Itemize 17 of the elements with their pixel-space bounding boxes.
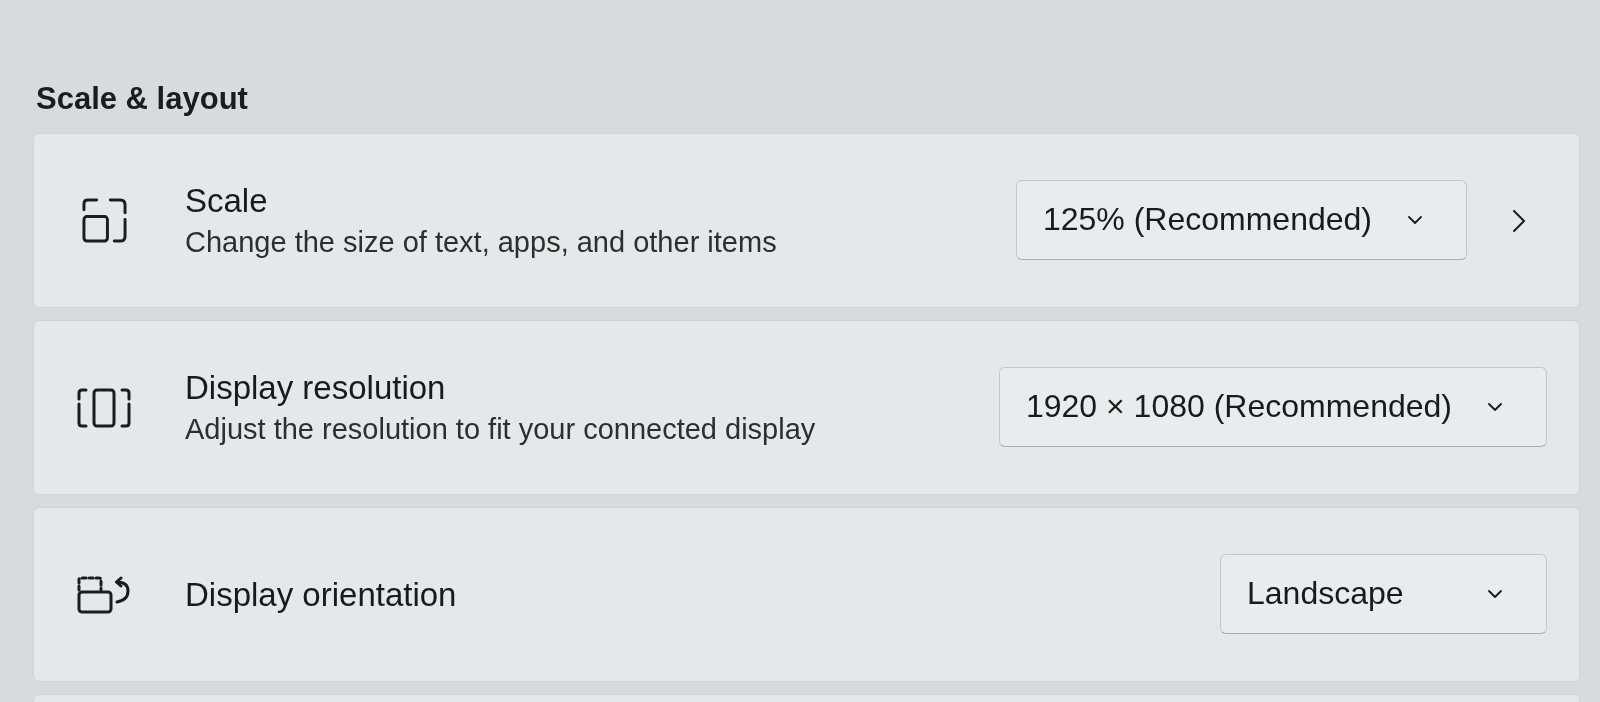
chevron-down-icon bbox=[1408, 215, 1422, 224]
dropdown-button[interactable]: 125% (Recommended) bbox=[1015, 179, 1467, 260]
section-heading: Scale & layout bbox=[35, 80, 249, 118]
chevron-down-icon bbox=[1488, 589, 1502, 598]
chevron-down-icon bbox=[1488, 402, 1502, 411]
setting-description: Adjust the resolution to fit your connected display bbox=[185, 412, 817, 447]
setting-title: Display orientation bbox=[185, 575, 458, 615]
setting-title: Scale bbox=[185, 181, 269, 221]
setting-title: Display resolution bbox=[185, 368, 447, 408]
chevron-right-icon[interactable] bbox=[1513, 209, 1525, 232]
dropdown-button[interactable]: Landscape bbox=[1220, 553, 1547, 634]
setting-card[interactable]: Scale Change the size of text, apps, and other items 125% (Recommended) bbox=[33, 133, 1580, 308]
screen-brackets-icon bbox=[77, 387, 131, 428]
resize-icon bbox=[81, 198, 127, 243]
dropdown-button[interactable]: 1920 × 1080 (Recommended) bbox=[998, 366, 1547, 447]
setting-description: Change the size of text, apps, and other items bbox=[185, 225, 778, 260]
rotate-screen-icon bbox=[77, 575, 131, 614]
